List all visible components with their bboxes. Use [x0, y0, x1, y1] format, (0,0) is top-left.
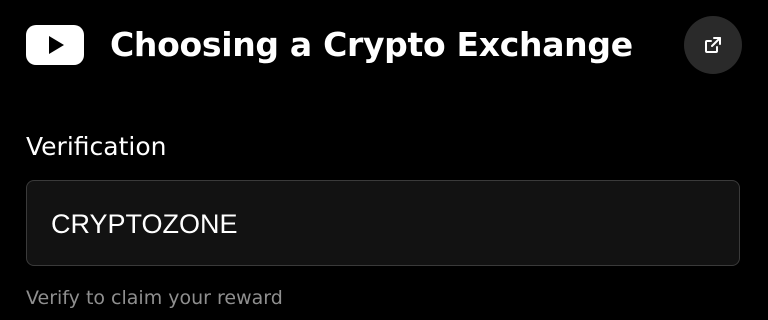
verification-label: Verification	[26, 132, 167, 161]
verification-input[interactable]	[51, 181, 711, 267]
verification-field[interactable]	[26, 180, 740, 267]
page-title: Choosing a Crypto Exchange	[110, 25, 633, 64]
open-external-button[interactable]	[684, 16, 742, 74]
youtube-play-icon	[26, 25, 84, 65]
header: Choosing a Crypto Exchange	[0, 0, 768, 92]
external-link-icon	[703, 35, 723, 55]
helper-text: Verify to claim your reward	[26, 287, 283, 309]
